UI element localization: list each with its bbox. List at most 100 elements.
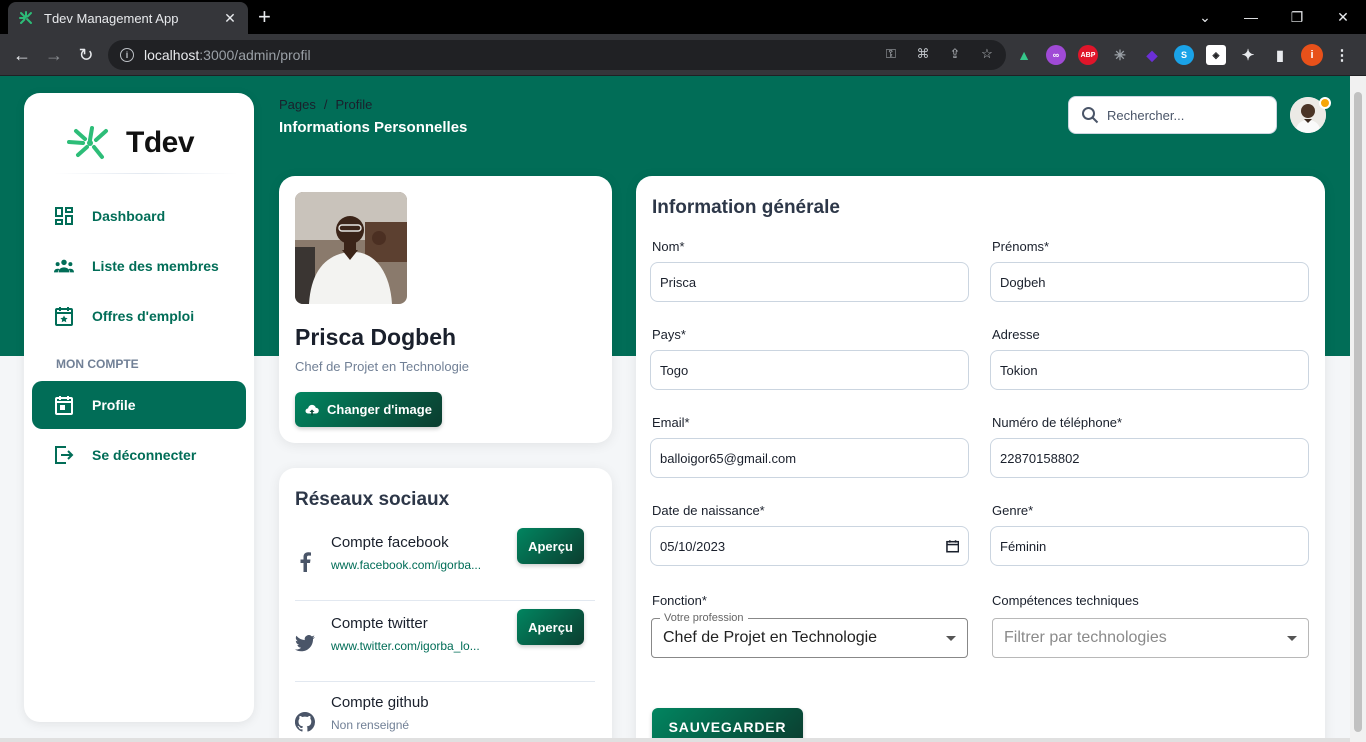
nom-input[interactable]	[660, 274, 959, 290]
email-input[interactable]	[660, 450, 959, 466]
sidebar-item-logout[interactable]: Se déconnecter	[32, 431, 246, 479]
birthdate-field[interactable]	[650, 526, 969, 566]
horizontal-scrollbar[interactable]	[0, 738, 1350, 742]
nom-field[interactable]	[650, 262, 969, 302]
sidebar-item-profile[interactable]: Profile	[32, 381, 246, 429]
social-label: Compte twitter	[331, 615, 428, 632]
change-image-button[interactable]: Changer d'image	[295, 392, 442, 427]
profile-avatar-icon[interactable]: i	[1301, 44, 1323, 66]
save-button[interactable]: SAUVEGARDER	[652, 708, 803, 742]
tab-search-icon[interactable]: ⌄	[1182, 0, 1228, 34]
page-title: Informations Personnelles	[279, 119, 468, 136]
back-icon[interactable]: ←	[10, 43, 34, 67]
url-path: :3000/admin/profil	[199, 47, 311, 63]
minimize-icon[interactable]: —	[1228, 0, 1274, 34]
close-tab-icon[interactable]: ✕	[222, 10, 238, 27]
shazam-icon[interactable]: S	[1174, 45, 1194, 65]
scrollbar-thumb[interactable]	[1354, 92, 1362, 732]
calendar-star-icon	[54, 306, 74, 326]
preview-facebook-button[interactable]: Aperçu	[517, 528, 584, 564]
pays-label: Pays*	[652, 327, 686, 342]
adblock-icon[interactable]: ABP	[1078, 45, 1098, 65]
social-networks-card: Réseaux sociaux Compte facebook www.face…	[279, 468, 612, 742]
address-bar[interactable]: i localhost :3000/admin/profil ⚿ ⌘ ⇪ ☆	[108, 40, 1006, 70]
sidebar-divider	[54, 173, 238, 174]
nom-label: Nom*	[652, 239, 685, 254]
new-tab-icon[interactable]: +	[258, 6, 271, 28]
genre-field[interactable]	[990, 526, 1309, 566]
sidebar-item-job-offers[interactable]: Offres d'emploi	[32, 292, 246, 340]
tab-title: Tdev Management App	[44, 10, 179, 26]
vue-extension-icon[interactable]: ▲	[1014, 45, 1034, 65]
breadcrumb: Pages / Profile	[279, 97, 372, 112]
telephone-field[interactable]	[990, 438, 1309, 478]
profile-photo	[295, 192, 407, 304]
sidebar-item-dashboard[interactable]: Dashboard	[32, 192, 246, 240]
menu-dots-icon[interactable]: ⋮	[1332, 45, 1352, 65]
github-icon	[295, 712, 315, 732]
adresse-field[interactable]	[990, 350, 1309, 390]
email-field[interactable]	[650, 438, 969, 478]
fonction-select[interactable]: Votre profession Chef de Projet en Techn…	[651, 612, 968, 658]
breadcrumb-root[interactable]: Pages	[279, 97, 316, 112]
social-row-facebook: Compte facebook www.facebook.com/igorba.…	[295, 528, 595, 601]
search-input[interactable]	[1107, 107, 1257, 123]
tdev-logo-icon	[67, 126, 108, 159]
browser-tab[interactable]: Tdev Management App ✕	[8, 2, 248, 34]
key-icon[interactable]: ⚿	[882, 46, 900, 62]
search-icon	[1082, 107, 1099, 124]
sidebar-item-label: Dashboard	[92, 208, 166, 224]
sidebar: Tdev Dashboard Liste des membres Offres …	[24, 93, 254, 722]
social-link[interactable]: www.facebook.com/igorba...	[331, 558, 501, 572]
close-window-icon[interactable]: ✕	[1320, 0, 1366, 34]
pays-field[interactable]	[650, 350, 969, 390]
extensions-puzzle-icon[interactable]: ✦	[1238, 45, 1258, 65]
adresse-input[interactable]	[1000, 362, 1299, 378]
calendar-picker-icon[interactable]	[945, 539, 959, 553]
extension-diamond-icon[interactable]: ◆	[1142, 45, 1162, 65]
bookmark-star-icon[interactable]: ☆	[978, 46, 996, 62]
genre-input[interactable]	[1000, 538, 1299, 554]
telephone-input[interactable]	[1000, 450, 1299, 466]
profile-card: Prisca Dogbeh Chef de Projet en Technolo…	[279, 176, 612, 443]
sidebar-item-members[interactable]: Liste des membres	[32, 242, 246, 290]
genre-label: Genre*	[992, 503, 1034, 518]
competences-select[interactable]: Filtrer par technologies	[992, 618, 1309, 658]
reload-icon[interactable]: ↻	[74, 43, 98, 67]
members-icon	[54, 256, 74, 276]
forward-icon[interactable]: →	[42, 43, 66, 67]
extension-purple-icon[interactable]: ∞	[1046, 45, 1066, 65]
app-page: Tdev Dashboard Liste des membres Offres …	[0, 76, 1350, 742]
prenoms-input[interactable]	[1000, 274, 1299, 290]
form-title: Information générale	[652, 197, 840, 218]
dashboard-icon	[54, 206, 74, 226]
search-box[interactable]	[1068, 96, 1277, 134]
prenoms-field[interactable]	[990, 262, 1309, 302]
sidebar-item-label: Se déconnecter	[92, 447, 197, 463]
extension-box-icon[interactable]: ◈	[1206, 45, 1226, 65]
share-icon[interactable]: ⇪	[946, 46, 964, 62]
page-scrollbar[interactable]	[1350, 76, 1366, 742]
section-label-account: MON COMPTE	[56, 357, 139, 371]
chevron-down-icon	[1287, 635, 1297, 641]
social-link[interactable]: www.twitter.com/igorba_lo...	[331, 639, 501, 653]
birthdate-input[interactable]	[660, 538, 946, 554]
social-card-title: Réseaux sociaux	[295, 489, 450, 510]
side-panel-icon[interactable]: ▮	[1270, 45, 1290, 65]
bug-extension-icon[interactable]: ✳	[1110, 45, 1130, 65]
profile-role: Chef de Projet en Technologie	[295, 359, 469, 374]
site-info-icon[interactable]: i	[120, 48, 134, 62]
restore-icon[interactable]: ❐	[1274, 0, 1320, 34]
brand-logo[interactable]: Tdev	[66, 125, 195, 161]
competences-placeholder: Filtrer par technologies	[1004, 629, 1167, 646]
pays-input[interactable]	[660, 362, 959, 378]
change-image-label: Changer d'image	[327, 402, 432, 417]
social-label: Compte github	[331, 694, 429, 711]
fonction-label: Fonction*	[652, 593, 707, 608]
social-row-twitter: Compte twitter www.twitter.com/igorba_lo…	[295, 609, 595, 682]
chevron-down-icon	[946, 635, 956, 641]
sidebar-item-label: Offres d'emploi	[92, 308, 195, 324]
sidebar-item-label: Profile	[92, 397, 136, 413]
translate-icon[interactable]: ⌘	[914, 46, 932, 62]
preview-twitter-button[interactable]: Aperçu	[517, 609, 584, 645]
